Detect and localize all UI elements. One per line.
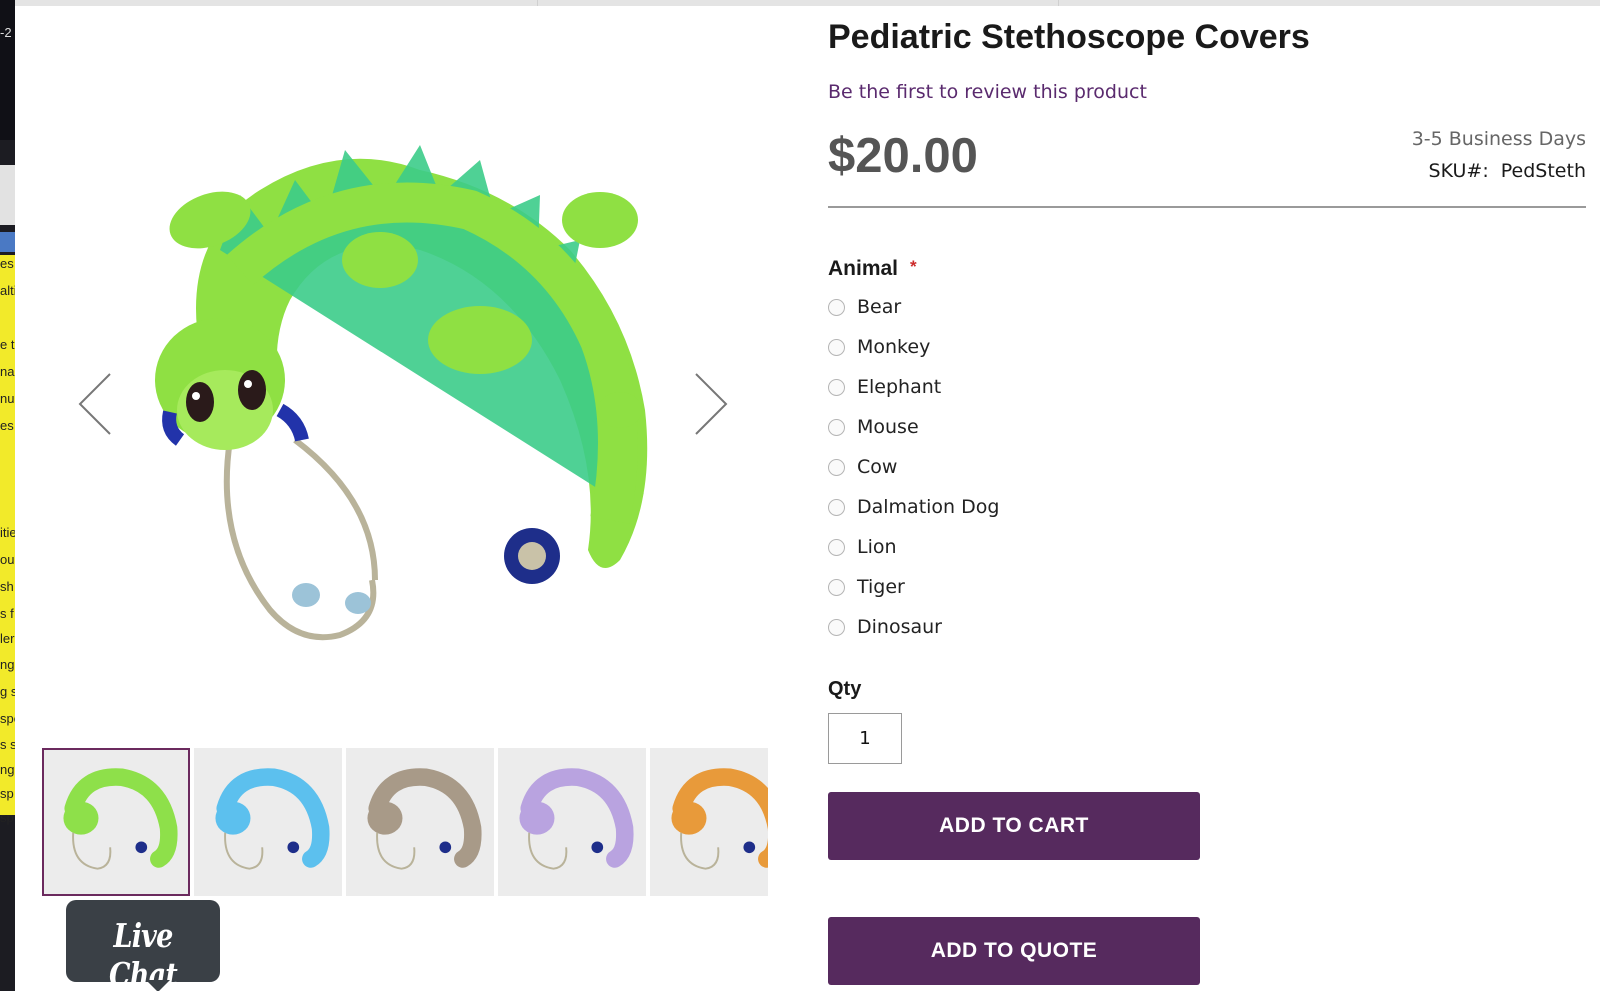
background-text-fragment: alti bbox=[0, 283, 15, 298]
animal-option-tiger[interactable]: Tiger bbox=[828, 572, 905, 602]
background-text-fragment: spe bbox=[0, 711, 15, 726]
thumbnail-dinosaur[interactable] bbox=[42, 748, 190, 896]
background-text-fragment: s f bbox=[0, 606, 14, 621]
option-label: Lion bbox=[857, 536, 897, 558]
background-text-fragment: sp bbox=[0, 786, 14, 801]
option-label: Mouse bbox=[857, 416, 919, 438]
background-text-fragment: ng bbox=[0, 762, 15, 777]
product-info: Pediatric Stethoscope Covers Be the firs… bbox=[828, 0, 1588, 991]
background-text-fragment: -2 bbox=[0, 25, 12, 40]
background-text-fragment: na bbox=[0, 364, 15, 379]
animal-option-dalmation-dog[interactable]: Dalmation Dog bbox=[828, 492, 999, 522]
product-gallery bbox=[40, 20, 768, 900]
option-label: Monkey bbox=[857, 336, 931, 358]
background-text-fragment: es bbox=[0, 418, 14, 433]
sku-info: SKU#: PedSteth bbox=[1429, 160, 1586, 182]
animal-option-bear[interactable]: Bear bbox=[828, 292, 901, 322]
add-to-cart-button[interactable]: ADD TO CART bbox=[828, 792, 1200, 860]
required-mark: * bbox=[910, 257, 917, 276]
live-chat-button[interactable]: Live Chat bbox=[66, 900, 220, 991]
background-text-fragment: s s bbox=[0, 737, 15, 752]
sku-value: PedSteth bbox=[1500, 160, 1586, 182]
animal-option-lion[interactable]: Lion bbox=[828, 532, 897, 562]
option-label: Tiger bbox=[857, 576, 905, 598]
product-price: $20.00 bbox=[828, 129, 978, 183]
radio-button[interactable] bbox=[828, 418, 845, 436]
thumbnail-elephant[interactable] bbox=[194, 748, 342, 896]
monkey-thumbnail-image bbox=[367, 768, 482, 870]
thumbnail-mouse[interactable] bbox=[498, 748, 646, 896]
background-text-fragment: ler bbox=[0, 631, 15, 646]
background-text-fragment: es bbox=[0, 256, 14, 271]
background-text-fragment: ng bbox=[0, 657, 15, 672]
animal-option-mouse[interactable]: Mouse bbox=[828, 412, 919, 442]
next-image-arrow-icon[interactable] bbox=[690, 370, 730, 438]
dinosaur-thumbnail-image bbox=[63, 768, 178, 870]
elephant-thumbnail-image bbox=[215, 768, 330, 870]
background-text-fragment: e t bbox=[0, 337, 15, 352]
background-text-fragment: sh bbox=[0, 579, 14, 594]
background-window-edge: -2 es alti e t na nu es itie oul sh s f ler ng g s spe… bbox=[0, 0, 15, 860]
sku-label: SKU#: bbox=[1428, 160, 1489, 182]
background-text-fragment: sp bbox=[0, 810, 14, 825]
animal-option-dinosaur[interactable]: Dinosaur bbox=[828, 612, 942, 642]
add-to-quote-button[interactable]: ADD TO QUOTE bbox=[828, 917, 1200, 985]
radio-button[interactable] bbox=[828, 498, 845, 516]
background-text-fragment: nu bbox=[0, 391, 15, 406]
radio-button[interactable] bbox=[828, 538, 845, 556]
radio-button[interactable] bbox=[828, 458, 845, 476]
background-window-bottom bbox=[0, 860, 15, 991]
thumbnail-tiger[interactable] bbox=[650, 748, 768, 896]
animal-option-monkey[interactable]: Monkey bbox=[828, 332, 930, 362]
animal-option-label-text: Animal bbox=[828, 257, 899, 280]
option-label: Dinosaur bbox=[857, 616, 942, 638]
background-text-fragment: itie bbox=[0, 525, 15, 540]
thumbnail-monkey[interactable] bbox=[346, 748, 494, 896]
animal-option-cow[interactable]: Cow bbox=[828, 452, 897, 482]
radio-button[interactable] bbox=[828, 578, 845, 596]
radio-button[interactable] bbox=[828, 378, 845, 396]
background-text-fragment: oul bbox=[0, 552, 15, 567]
qty-input[interactable] bbox=[828, 713, 902, 764]
live-chat-label: Live Chat bbox=[109, 916, 178, 991]
mouse-thumbnail-image bbox=[519, 768, 634, 870]
radio-button[interactable] bbox=[828, 298, 845, 316]
qty-label: Qty bbox=[828, 678, 862, 700]
animal-option-label: Animal * bbox=[828, 257, 917, 281]
shipping-time: 3-5 Business Days bbox=[1411, 128, 1586, 150]
product-title: Pediatric Stethoscope Covers bbox=[828, 18, 1310, 56]
divider bbox=[828, 206, 1586, 208]
previous-image-arrow-icon[interactable] bbox=[76, 370, 116, 438]
option-label: Cow bbox=[857, 456, 898, 478]
option-label: Elephant bbox=[857, 376, 942, 398]
animal-option-elephant[interactable]: Elephant bbox=[828, 372, 941, 402]
review-link[interactable]: Be the first to review this product bbox=[828, 81, 1147, 103]
main-product-image bbox=[40, 20, 768, 720]
option-label: Bear bbox=[857, 296, 902, 318]
radio-button[interactable] bbox=[828, 338, 845, 356]
background-text-fragment: g s bbox=[0, 684, 15, 699]
thumbnail-strip bbox=[42, 748, 768, 898]
option-label: Dalmation Dog bbox=[857, 496, 1000, 518]
radio-button[interactable] bbox=[828, 618, 845, 636]
tiger-thumbnail-image bbox=[671, 768, 768, 870]
dinosaur-stethoscope-image bbox=[155, 145, 648, 641]
